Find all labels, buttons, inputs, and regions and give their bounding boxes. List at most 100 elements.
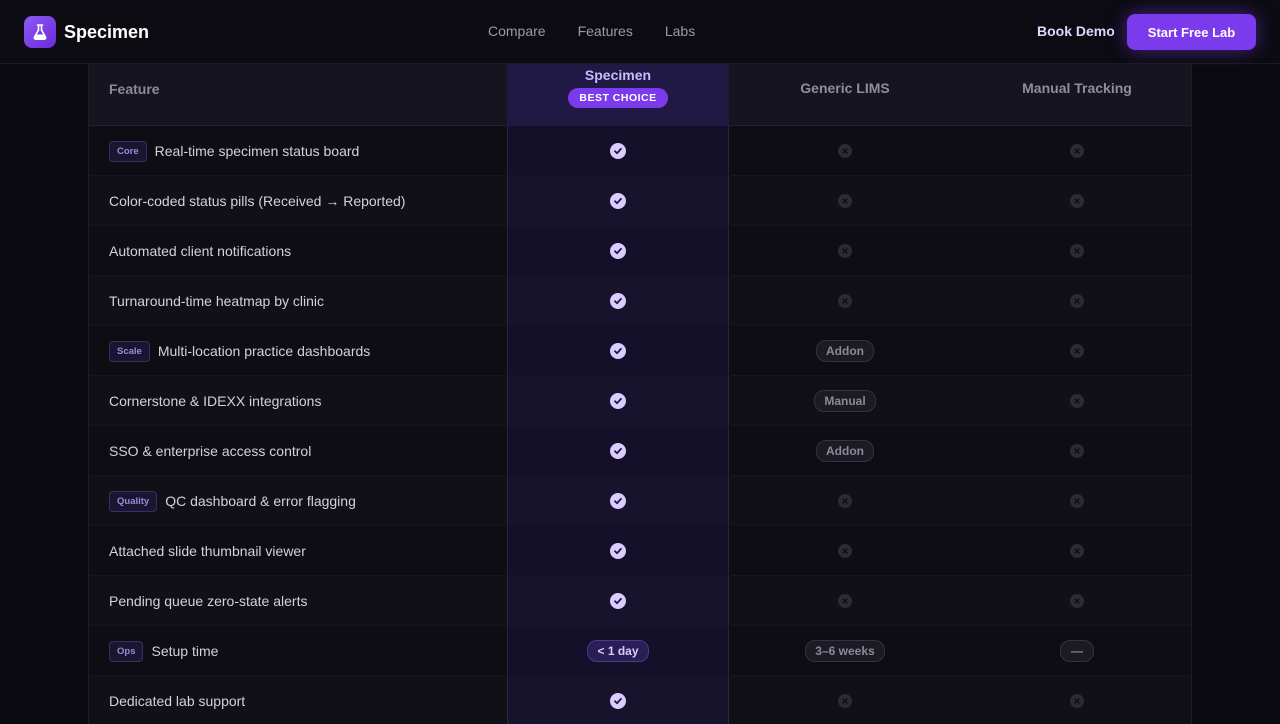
feature-cell: Core Real-time specimen status board — [109, 126, 359, 176]
x-icon — [838, 144, 852, 158]
feature-label: Automated client notifications — [109, 243, 292, 259]
value-pill: 3–6 weeks — [805, 640, 885, 662]
table-row: Color-coded status pills (Received → Rep… — [89, 176, 1191, 226]
generic-lims-cell — [729, 526, 961, 576]
x-icon — [838, 194, 852, 208]
specimen-cell — [507, 126, 729, 176]
value-pill: Manual — [814, 390, 876, 412]
feature-cell: Scale Multi-location practice dashboards — [109, 326, 370, 376]
table-body: Core Real-time specimen status board Color… — [89, 126, 1191, 724]
generic-lims-cell — [729, 576, 961, 626]
x-icon — [838, 694, 852, 708]
nav-link-labs[interactable]: Labs — [665, 23, 695, 39]
table-row: Turnaround-time heatmap by clinic — [89, 276, 1191, 326]
feature-cell: Pending queue zero-state alerts — [109, 576, 307, 626]
flask-icon — [24, 16, 56, 48]
check-icon — [610, 493, 626, 509]
check-icon — [610, 343, 626, 359]
manual-tracking-cell — [961, 376, 1191, 426]
manual-tracking-cell — [961, 676, 1191, 724]
header-generic-lims: Generic LIMS — [800, 80, 890, 96]
start-free-lab-button[interactable]: Start Free Lab — [1127, 14, 1256, 50]
x-icon — [838, 544, 852, 558]
x-icon — [838, 294, 852, 308]
table-row: Core Real-time specimen status board — [89, 126, 1191, 176]
check-icon — [610, 143, 626, 159]
manual-tracking-cell — [961, 576, 1191, 626]
check-icon — [610, 293, 626, 309]
check-icon — [610, 593, 626, 609]
generic-lims-cell — [729, 476, 961, 526]
x-icon — [1070, 494, 1084, 508]
specimen-cell — [507, 276, 729, 326]
header-specimen-title: Specimen — [584, 67, 652, 83]
generic-lims-cell — [729, 676, 961, 724]
table-row: Automated client notifications — [89, 226, 1191, 276]
specimen-cell — [507, 576, 729, 626]
category-tag: Ops — [109, 640, 144, 662]
generic-lims-cell — [729, 276, 961, 326]
x-icon — [838, 494, 852, 508]
table-row: Scale Multi-location practice dashboards A… — [89, 326, 1191, 376]
specimen-cell — [507, 426, 729, 476]
brand[interactable]: Specimen — [24, 16, 149, 48]
feature-label: Cornerstone & IDEXX integrations — [109, 393, 322, 409]
table-row: Dedicated lab support — [89, 676, 1191, 724]
x-icon — [1070, 594, 1084, 608]
x-icon — [1070, 544, 1084, 558]
feature-cell: Attached slide thumbnail viewer — [109, 526, 306, 576]
specimen-cell — [507, 676, 729, 724]
specimen-cell — [507, 476, 729, 526]
category-tag: Quality — [109, 490, 158, 512]
specimen-cell — [507, 376, 729, 426]
feature-cell: Automated client notifications — [109, 226, 291, 276]
x-icon — [838, 244, 852, 258]
specimen-cell — [507, 176, 729, 226]
check-icon — [610, 193, 626, 209]
best-choice-badge: BEST CHOICE — [568, 88, 668, 108]
feature-cell: Cornerstone & IDEXX integrations — [109, 376, 321, 426]
feature-cell: Dedicated lab support — [109, 676, 245, 724]
check-icon — [610, 443, 626, 459]
nav-link-compare[interactable]: Compare — [488, 23, 546, 39]
table-row: Pending queue zero-state alerts — [89, 576, 1191, 626]
manual-tracking-cell — [961, 476, 1191, 526]
manual-tracking-cell — [961, 126, 1191, 176]
generic-lims-cell — [729, 226, 961, 276]
feature-cell: Quality QC dashboard & error flagging — [109, 476, 356, 526]
check-icon — [610, 543, 626, 559]
x-icon — [1070, 344, 1084, 358]
value-pill: Addon — [816, 340, 874, 362]
x-icon — [1070, 694, 1084, 708]
table-row: Attached slide thumbnail viewer — [89, 526, 1191, 576]
manual-tracking-cell — [961, 526, 1191, 576]
check-icon — [610, 393, 626, 409]
x-icon — [1070, 394, 1084, 408]
feature-label: SSO & enterprise access control — [109, 443, 312, 459]
generic-lims-cell: Addon — [729, 326, 961, 376]
generic-lims-cell — [729, 126, 961, 176]
manual-tracking-cell: — — [961, 626, 1191, 676]
specimen-cell — [507, 326, 729, 376]
table-row: Quality QC dashboard & error flagging — [89, 476, 1191, 526]
nav-link-features[interactable]: Features — [578, 23, 633, 39]
top-nav: Specimen Compare Features Labs Book Demo… — [0, 0, 1280, 64]
header-manual-tracking: Manual Tracking — [1022, 80, 1132, 96]
value-pill: Addon — [816, 440, 874, 462]
specimen-cell — [507, 526, 729, 576]
book-demo-link[interactable]: Book Demo — [1037, 23, 1115, 39]
feature-label: Dedicated lab support — [109, 693, 246, 709]
feature-cell: Turnaround-time heatmap by clinic — [109, 276, 324, 326]
table-header: Feature Specimen BEST CHOICE Generic LIM… — [89, 64, 1191, 126]
feature-label: Setup time — [151, 643, 219, 659]
manual-tracking-cell — [961, 176, 1191, 226]
nav-links: Compare Features Labs — [488, 23, 727, 39]
feature-label: Color-coded status pills (Received → Rep… — [109, 193, 406, 209]
x-icon — [1070, 244, 1084, 258]
generic-lims-cell: 3–6 weeks — [729, 626, 961, 676]
category-tag: Scale — [109, 340, 150, 362]
feature-cell: SSO & enterprise access control — [109, 426, 311, 476]
header-specimen: Specimen BEST CHOICE — [507, 67, 729, 108]
category-tag: Core — [109, 140, 147, 162]
x-icon — [1070, 294, 1084, 308]
